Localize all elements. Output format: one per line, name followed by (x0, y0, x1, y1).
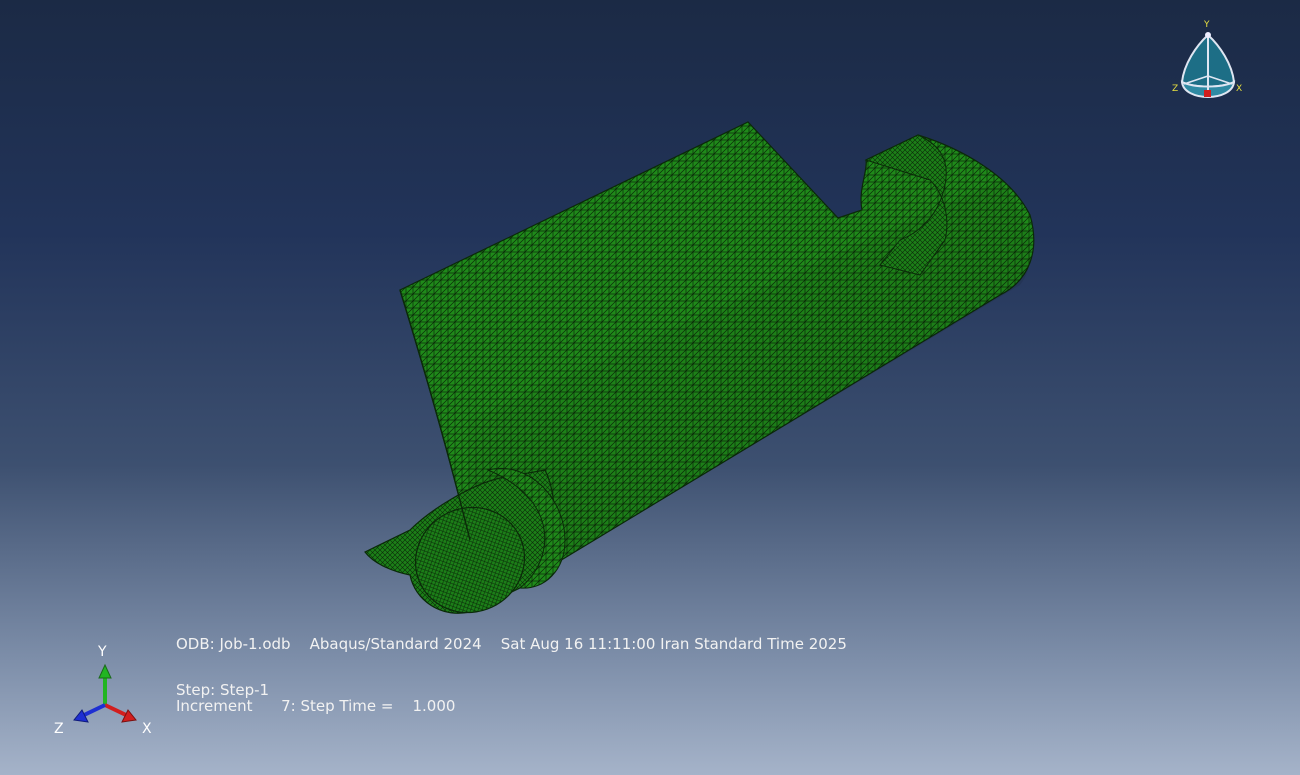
view-cube-y-label: Y (1203, 20, 1210, 30)
viewport[interactable]: ODB: Job-1.odb Abaqus/Standard 2024 Sat … (0, 0, 1300, 775)
increment-info-text: Increment 7: Step Time = 1.000 (176, 697, 456, 715)
mesh-model[interactable] (0, 0, 1300, 775)
view-cube-x-label: X (1236, 84, 1242, 94)
view-cube-z-label: Z (1172, 84, 1178, 94)
triad-z-label: Z (54, 721, 64, 737)
coordinate-triad: Y X Z (54, 644, 152, 737)
view-cube[interactable]: Y Z X (1166, 16, 1250, 114)
odb-info-text: ODB: Job-1.odb Abaqus/Standard 2024 Sat … (176, 635, 847, 653)
triad-x-label: X (142, 721, 152, 737)
triad-y-label: Y (97, 644, 107, 660)
